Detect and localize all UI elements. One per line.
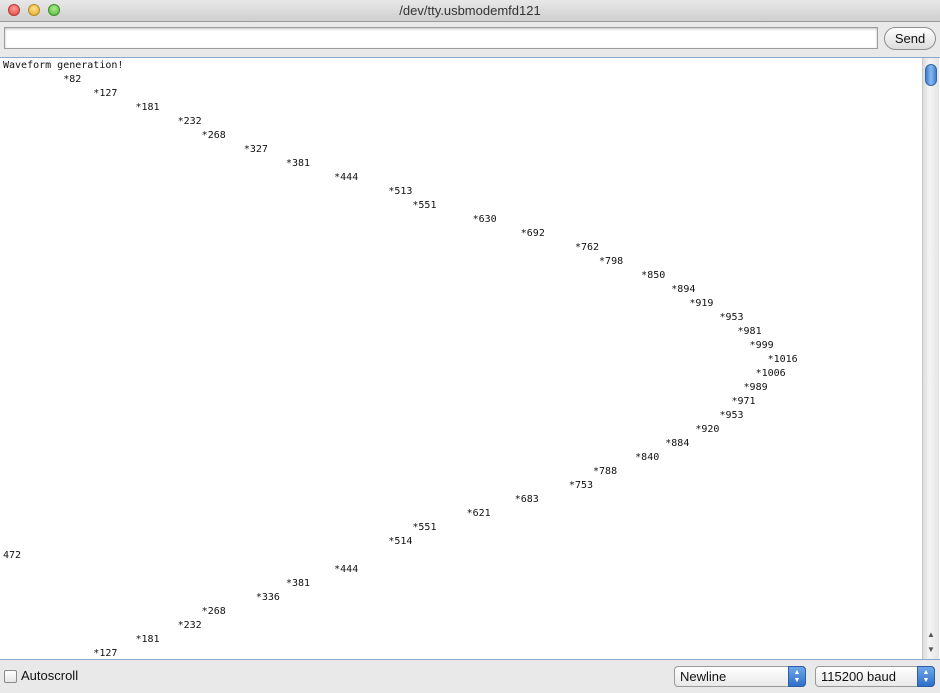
- console-line: *971: [3, 396, 756, 407]
- console-line: *884: [3, 438, 690, 449]
- console-line: *788: [3, 466, 618, 477]
- console-line: *840: [3, 452, 660, 463]
- console-line: *232: [3, 620, 202, 631]
- serial-output: Waveform generation! *82 *127 *181 *232 …: [0, 57, 940, 660]
- updown-arrows-icon: ▲ ▼: [917, 666, 935, 687]
- console-line: *513: [3, 186, 413, 197]
- console-line: *444: [3, 564, 359, 575]
- console-line: *551: [3, 522, 437, 533]
- console-line: *268: [3, 130, 226, 141]
- console-line: *1006: [3, 368, 786, 379]
- console-line: *127: [3, 88, 118, 99]
- console-line: *181: [3, 102, 160, 113]
- console-line: *920: [3, 424, 720, 435]
- console-line: *798: [3, 256, 624, 267]
- console-line: *683: [3, 494, 539, 505]
- console-line: *381: [3, 158, 311, 169]
- title-bar: /dev/tty.usbmodemfd121: [0, 0, 940, 22]
- console-line: 472: [3, 550, 22, 561]
- autoscroll-checkbox[interactable]: [4, 670, 17, 683]
- console-line: *692: [3, 228, 545, 239]
- console-line: *514: [3, 536, 413, 547]
- line-ending-select[interactable]: Newline ▲ ▼: [674, 666, 806, 687]
- scroll-up-arrow-icon[interactable]: ▲: [927, 630, 935, 639]
- console-line: *919: [3, 298, 714, 309]
- console-line: *753: [3, 480, 594, 491]
- scrollbar[interactable]: ▲ ▼: [922, 58, 939, 659]
- console-line: *232: [3, 116, 202, 127]
- console-line: *127: [3, 648, 118, 659]
- baud-rate-value: 115200 baud: [821, 669, 896, 684]
- line-ending-value: Newline: [680, 669, 727, 684]
- autoscroll-label: Autoscroll: [21, 668, 79, 683]
- scroll-thumb[interactable]: [925, 64, 937, 86]
- console-line: *762: [3, 242, 600, 253]
- bottom-bar: Autoscroll Newline ▲ ▼ 115200 baud ▲ ▼: [0, 661, 940, 693]
- console-line: *268: [3, 606, 226, 617]
- send-input[interactable]: [4, 27, 878, 49]
- console-line: *953: [3, 312, 744, 323]
- console-line: *82: [3, 74, 82, 85]
- console-line: *981: [3, 326, 762, 337]
- send-bar: Send: [0, 22, 940, 56]
- updown-arrows-icon: ▲ ▼: [788, 666, 806, 687]
- scroll-down-arrow-icon[interactable]: ▼: [927, 645, 935, 654]
- console-line: *621: [3, 508, 491, 519]
- console-line: *327: [3, 144, 268, 155]
- console-line: *989: [3, 382, 768, 393]
- console-line: *630: [3, 214, 497, 225]
- console-line: *181: [3, 634, 160, 645]
- console-line: *894: [3, 284, 696, 295]
- console-line: *444: [3, 172, 359, 183]
- window-title: /dev/tty.usbmodemfd121: [399, 3, 541, 18]
- console-line: *953: [3, 410, 744, 421]
- console-line: Waveform generation!: [3, 60, 124, 71]
- console-line: *381: [3, 578, 311, 589]
- baud-rate-select[interactable]: 115200 baud ▲ ▼: [815, 666, 935, 687]
- send-button[interactable]: Send: [884, 27, 936, 50]
- console-line: *551: [3, 200, 437, 211]
- console-line: *999: [3, 340, 774, 351]
- console-line: *336: [3, 592, 280, 603]
- console-line: *1016: [3, 354, 798, 365]
- console-line: *850: [3, 270, 666, 281]
